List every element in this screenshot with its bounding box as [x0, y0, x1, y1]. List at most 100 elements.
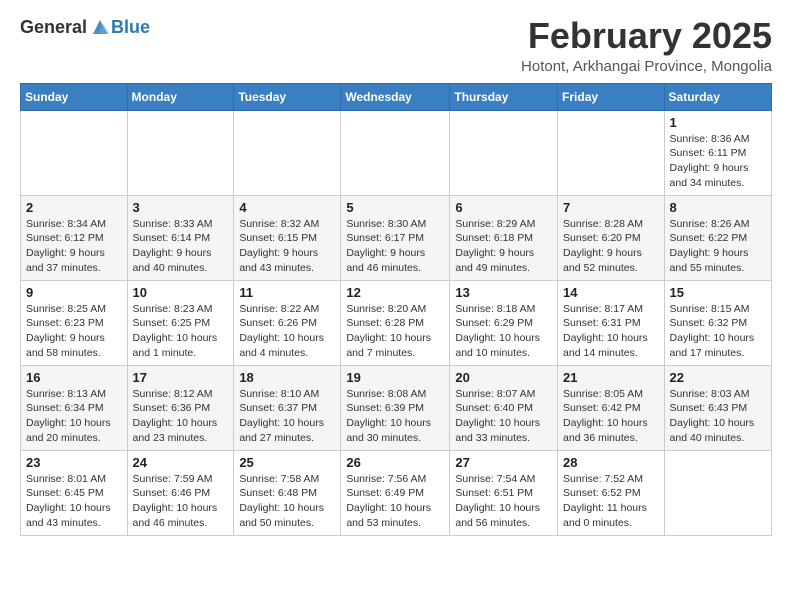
- logo-general-text: General: [20, 17, 87, 38]
- calendar-cell: 20 Sunrise: 8:07 AMSunset: 6:40 PMDayligh…: [450, 365, 558, 450]
- calendar-cell: 27 Sunrise: 7:54 AMSunset: 6:51 PMDayligh…: [450, 450, 558, 535]
- day-info: Sunrise: 8:10 AMSunset: 6:37 PMDaylight:…: [239, 387, 335, 446]
- calendar-week-row: 23 Sunrise: 8:01 AMSunset: 6:45 PMDayligh…: [21, 450, 772, 535]
- day-info: Sunrise: 8:30 AMSunset: 6:17 PMDaylight:…: [346, 217, 444, 276]
- calendar-cell: 15 Sunrise: 8:15 AMSunset: 6:32 PMDayligh…: [664, 280, 771, 365]
- day-number: 21: [563, 370, 659, 385]
- day-info: Sunrise: 8:17 AMSunset: 6:31 PMDaylight:…: [563, 302, 659, 361]
- calendar-cell: 2 Sunrise: 8:34 AMSunset: 6:12 PMDaylight…: [21, 195, 128, 280]
- day-number: 18: [239, 370, 335, 385]
- calendar: SundayMondayTuesdayWednesdayThursdayFrid…: [20, 83, 772, 536]
- calendar-week-row: 16 Sunrise: 8:13 AMSunset: 6:34 PMDayligh…: [21, 365, 772, 450]
- calendar-cell: 19Sunrise: 8:08 AMSunset: 6:39 PMDayligh…: [341, 365, 450, 450]
- day-info: Sunrise: 8:18 AMSunset: 6:29 PMDaylight:…: [455, 302, 552, 361]
- day-number: 23: [26, 455, 122, 470]
- day-info: Sunrise: 8:07 AMSunset: 6:40 PMDaylight:…: [455, 387, 552, 446]
- day-number: 20: [455, 370, 552, 385]
- day-info: Sunrise: 8:12 AMSunset: 6:36 PMDaylight:…: [133, 387, 229, 446]
- calendar-cell: 5 Sunrise: 8:30 AMSunset: 6:17 PMDaylight…: [341, 195, 450, 280]
- day-info: Sunrise: 8:22 AMSunset: 6:26 PMDaylight:…: [239, 302, 335, 361]
- logo: General Blue: [20, 16, 150, 38]
- logo-blue-text: Blue: [111, 17, 150, 38]
- calendar-cell: 8 Sunrise: 8:26 AMSunset: 6:22 PMDaylight…: [664, 195, 771, 280]
- day-number: 19: [346, 370, 444, 385]
- calendar-cell: 11 Sunrise: 8:22 AMSunset: 6:26 PMDayligh…: [234, 280, 341, 365]
- day-number: 27: [455, 455, 552, 470]
- weekday-header: Sunday: [21, 83, 128, 110]
- calendar-header-row: SundayMondayTuesdayWednesdayThursdayFrid…: [21, 83, 772, 110]
- weekday-header: Wednesday: [341, 83, 450, 110]
- calendar-week-row: 9 Sunrise: 8:25 AMSunset: 6:23 PMDaylight…: [21, 280, 772, 365]
- day-number: 26: [346, 455, 444, 470]
- weekday-header: Monday: [127, 83, 234, 110]
- day-info: Sunrise: 8:15 AMSunset: 6:32 PMDaylight:…: [670, 302, 766, 361]
- day-number: 12: [346, 285, 444, 300]
- day-info: Sunrise: 8:32 AMSunset: 6:15 PMDaylight:…: [239, 217, 335, 276]
- calendar-cell: 13 Sunrise: 8:18 AMSunset: 6:29 PMDayligh…: [450, 280, 558, 365]
- page: General Blue February 2025 Hotont, Arkha…: [0, 0, 792, 546]
- day-number: 8: [670, 200, 766, 215]
- day-number: 5: [346, 200, 444, 215]
- day-info: Sunrise: 8:33 AMSunset: 6:14 PMDaylight:…: [133, 217, 229, 276]
- day-info: Sunrise: 8:34 AMSunset: 6:12 PMDaylight:…: [26, 217, 122, 276]
- day-info: Sunrise: 7:59 AMSunset: 6:46 PMDaylight:…: [133, 472, 229, 531]
- calendar-cell: 14 Sunrise: 8:17 AMSunset: 6:31 PMDayligh…: [558, 280, 665, 365]
- calendar-cell: 28Sunrise: 7:52 AMSunset: 6:52 PMDayligh…: [558, 450, 665, 535]
- calendar-cell: 16 Sunrise: 8:13 AMSunset: 6:34 PMDayligh…: [21, 365, 128, 450]
- day-number: 28: [563, 455, 659, 470]
- weekday-header: Friday: [558, 83, 665, 110]
- title-area: February 2025 Hotont, Arkhangai Province…: [521, 16, 772, 75]
- day-info: Sunrise: 7:58 AMSunset: 6:48 PMDaylight:…: [239, 472, 335, 531]
- day-info: Sunrise: 8:25 AMSunset: 6:23 PMDaylight:…: [26, 302, 122, 361]
- calendar-cell: 17 Sunrise: 8:12 AMSunset: 6:36 PMDayligh…: [127, 365, 234, 450]
- weekday-header: Thursday: [450, 83, 558, 110]
- day-info: Sunrise: 8:23 AMSunset: 6:25 PMDaylight:…: [133, 302, 229, 361]
- weekday-header: Tuesday: [234, 83, 341, 110]
- calendar-cell: 22Sunrise: 8:03 AMSunset: 6:43 PMDayligh…: [664, 365, 771, 450]
- day-number: 16: [26, 370, 122, 385]
- day-number: 14: [563, 285, 659, 300]
- day-info: Sunrise: 7:56 AMSunset: 6:49 PMDaylight:…: [346, 472, 444, 531]
- calendar-week-row: 1Sunrise: 8:36 AMSunset: 6:11 PMDaylight…: [21, 110, 772, 195]
- sub-title: Hotont, Arkhangai Province, Mongolia: [521, 58, 772, 75]
- weekday-header: Saturday: [664, 83, 771, 110]
- day-number: 3: [133, 200, 229, 215]
- day-info: Sunrise: 8:29 AMSunset: 6:18 PMDaylight:…: [455, 217, 552, 276]
- day-number: 2: [26, 200, 122, 215]
- day-info: Sunrise: 8:28 AMSunset: 6:20 PMDaylight:…: [563, 217, 659, 276]
- calendar-cell: [341, 110, 450, 195]
- day-number: 4: [239, 200, 335, 215]
- calendar-cell: [558, 110, 665, 195]
- header: General Blue February 2025 Hotont, Arkha…: [20, 16, 772, 75]
- day-info: Sunrise: 8:01 AMSunset: 6:45 PMDaylight:…: [26, 472, 122, 531]
- calendar-cell: 12Sunrise: 8:20 AMSunset: 6:28 PMDayligh…: [341, 280, 450, 365]
- calendar-cell: 6 Sunrise: 8:29 AMSunset: 6:18 PMDaylight…: [450, 195, 558, 280]
- calendar-cell: [450, 110, 558, 195]
- calendar-cell: 23 Sunrise: 8:01 AMSunset: 6:45 PMDayligh…: [21, 450, 128, 535]
- day-info: Sunrise: 8:26 AMSunset: 6:22 PMDaylight:…: [670, 217, 766, 276]
- day-number: 1: [670, 115, 766, 130]
- calendar-cell: [234, 110, 341, 195]
- calendar-cell: 21Sunrise: 8:05 AMSunset: 6:42 PMDayligh…: [558, 365, 665, 450]
- day-number: 10: [133, 285, 229, 300]
- day-number: 9: [26, 285, 122, 300]
- day-number: 6: [455, 200, 552, 215]
- calendar-cell: 25Sunrise: 7:58 AMSunset: 6:48 PMDayligh…: [234, 450, 341, 535]
- calendar-cell: 9 Sunrise: 8:25 AMSunset: 6:23 PMDaylight…: [21, 280, 128, 365]
- calendar-cell: [127, 110, 234, 195]
- day-number: 13: [455, 285, 552, 300]
- calendar-cell: 24Sunrise: 7:59 AMSunset: 6:46 PMDayligh…: [127, 450, 234, 535]
- calendar-cell: 26 Sunrise: 7:56 AMSunset: 6:49 PMDayligh…: [341, 450, 450, 535]
- calendar-cell: [664, 450, 771, 535]
- day-info: Sunrise: 8:13 AMSunset: 6:34 PMDaylight:…: [26, 387, 122, 446]
- calendar-cell: 18 Sunrise: 8:10 AMSunset: 6:37 PMDayligh…: [234, 365, 341, 450]
- day-info: Sunrise: 8:03 AMSunset: 6:43 PMDaylight:…: [670, 387, 766, 446]
- day-number: 17: [133, 370, 229, 385]
- calendar-cell: 10 Sunrise: 8:23 AMSunset: 6:25 PMDayligh…: [127, 280, 234, 365]
- day-number: 11: [239, 285, 335, 300]
- calendar-cell: [21, 110, 128, 195]
- calendar-week-row: 2 Sunrise: 8:34 AMSunset: 6:12 PMDaylight…: [21, 195, 772, 280]
- logo-area: General Blue: [20, 16, 150, 38]
- day-info: Sunrise: 7:54 AMSunset: 6:51 PMDaylight:…: [455, 472, 552, 531]
- day-number: 15: [670, 285, 766, 300]
